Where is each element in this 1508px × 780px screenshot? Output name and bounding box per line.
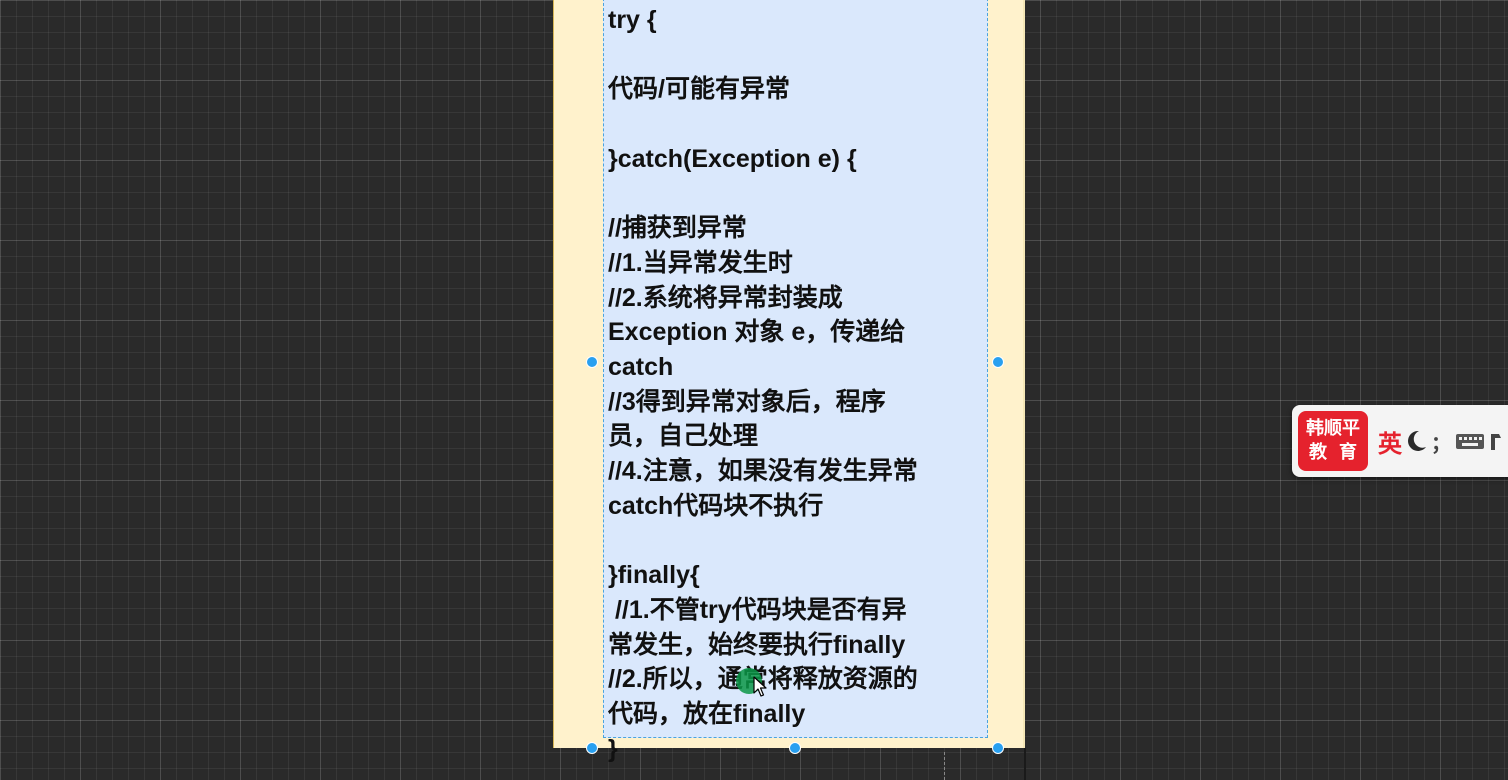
ime-language-toggle[interactable]: 英 — [1378, 424, 1402, 459]
ime-logo-line2: 教育 — [1309, 442, 1369, 463]
moon-icon[interactable] — [1406, 429, 1428, 453]
settings-icon[interactable] — [1489, 430, 1503, 452]
resize-handle-left[interactable] — [586, 356, 598, 368]
resize-handle-bottom-left[interactable] — [586, 742, 598, 754]
code-text-content[interactable]: try { 代码/可能有异常 }catch(Exception e) { //捕… — [608, 3, 980, 766]
ime-toolbar[interactable]: 韩顺平 教育 英 ； — [1292, 405, 1508, 477]
drawing-canvas[interactable]: try { 代码/可能有异常 }catch(Exception e) { //捕… — [0, 0, 1508, 780]
ime-punctuation-toggle[interactable]: ； — [1431, 427, 1451, 456]
resize-handle-bottom-middle[interactable] — [789, 742, 801, 754]
ime-logo[interactable]: 韩顺平 教育 — [1298, 411, 1368, 471]
resize-handle-bottom-right[interactable] — [992, 742, 1004, 754]
resize-handle-right[interactable] — [992, 356, 1004, 368]
ime-logo-line1: 韩顺平 — [1306, 418, 1360, 439]
shape-edge-mark — [1024, 748, 1026, 780]
keyboard-icon[interactable] — [1455, 431, 1485, 451]
mouse-pointer-icon — [753, 676, 767, 697]
alignment-guide-line — [944, 752, 945, 780]
